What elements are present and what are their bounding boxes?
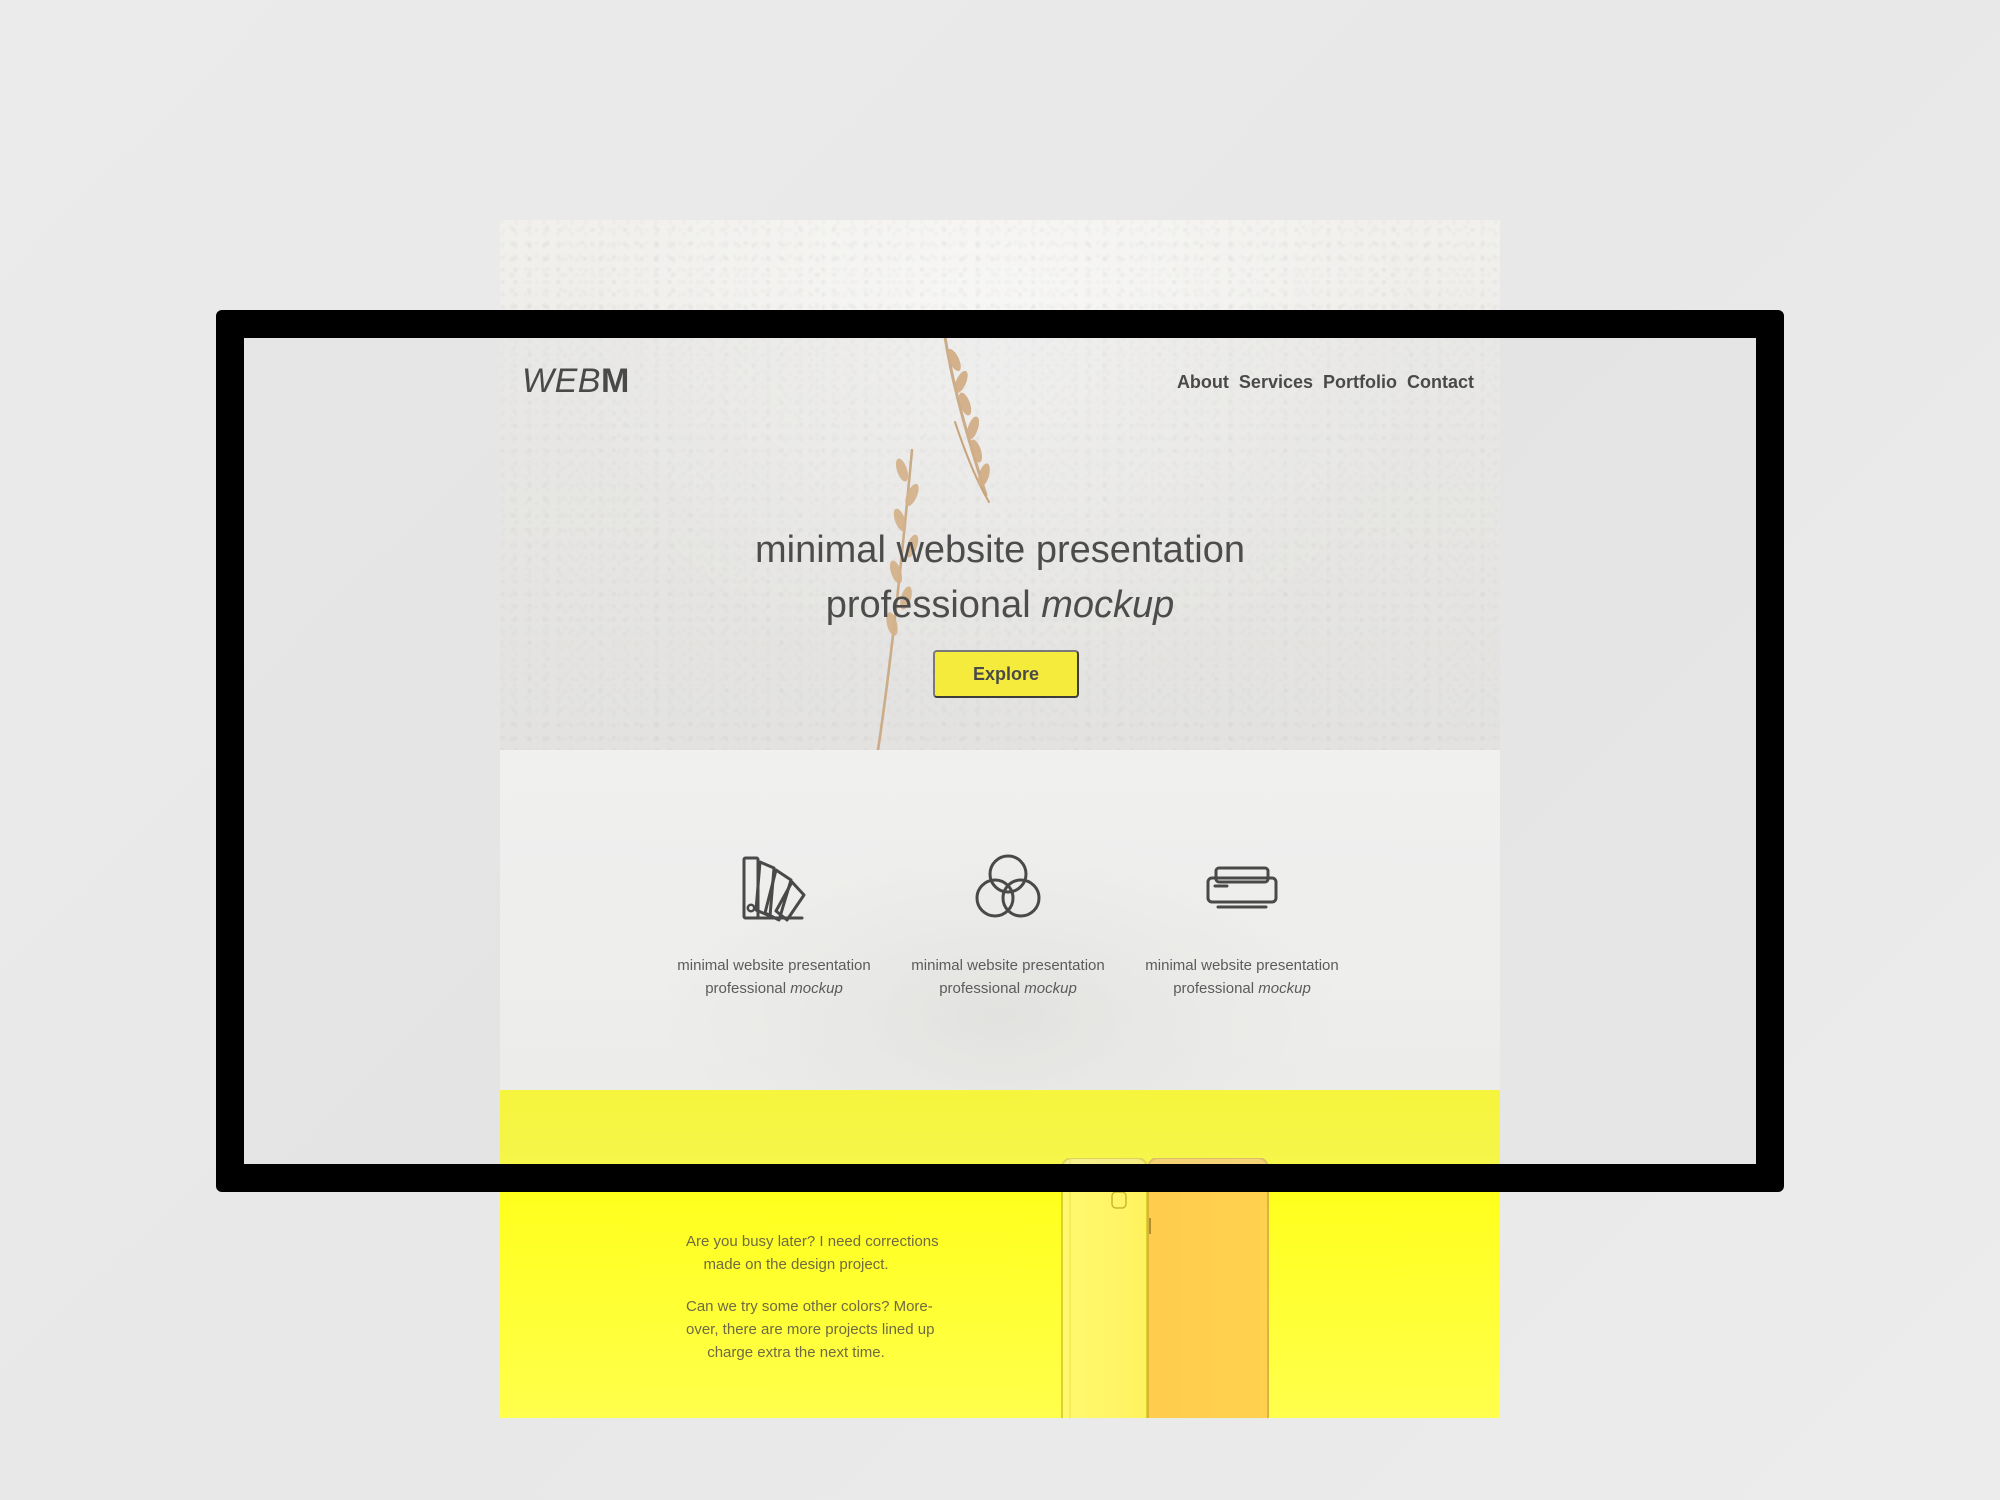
service-2-accent: mockup <box>1024 980 1077 997</box>
explore-button[interactable]: Explore <box>933 650 1079 698</box>
color-swatch-icon <box>742 856 806 922</box>
hero-headline-line-1: minimal website presentation <box>754 529 1245 572</box>
promo-paragraph-2-line-3: charge extra the next time. <box>707 1344 885 1361</box>
promo-paragraph-2-line-1: Can we try some other colors? More- <box>686 1298 933 1315</box>
nav-contact-link[interactable]: Contact <box>1407 372 1474 393</box>
service-1-prefix: professional <box>705 980 791 997</box>
main-navigation: About Services Portfolio Contact <box>1177 372 1474 393</box>
nav-about-link[interactable]: About <box>1177 372 1229 393</box>
service-2-prefix: professional <box>939 980 1025 997</box>
service-card-color-circles: minimal website presentation professiona… <box>898 850 1118 1000</box>
nav-portfolio-link[interactable]: Portfolio <box>1323 372 1397 393</box>
printer-icon <box>1206 866 1278 909</box>
service-3-prefix: professional <box>1173 980 1259 997</box>
service-1-line-2: professional mockup <box>664 977 884 1000</box>
hero-headline-prefix: professional <box>825 584 1042 627</box>
promo-paragraph-1-line-1: Are you busy later? I need corrections <box>686 1233 939 1250</box>
promo-paragraph-1-line-2: made on the design project. <box>703 1256 889 1273</box>
service-3-line-2: professional mockup <box>1132 977 1352 1000</box>
promo-paragraph-2: Can we try some other colors? More- over… <box>686 1295 935 1364</box>
phone-mockup-image <box>1061 1158 1269 1418</box>
promo-paragraph-1: Are you busy later? I need corrections m… <box>686 1230 939 1276</box>
service-3-accent: mockup <box>1258 980 1311 997</box>
service-2-line-2: professional mockup <box>898 977 1118 1000</box>
service-1-accent: mockup <box>790 980 843 997</box>
logo-text-light: WEB <box>522 362 601 400</box>
promo-paragraph-2-line-2: over, there are more projects lined up <box>686 1321 935 1338</box>
service-2-line-1: minimal website presentation <box>911 957 1105 974</box>
hero-headline-line-2: professional mockup <box>500 578 1500 633</box>
promo-section: Are you busy later? I need corrections m… <box>500 1090 1500 1418</box>
service-3-line-1: minimal website presentation <box>1145 957 1339 974</box>
website-page: WEBM About Services Portfolio Contact mi… <box>500 220 1500 1418</box>
service-card-printer: minimal website presentation professiona… <box>1132 850 1352 1000</box>
hero-section: WEBM About Services Portfolio Contact mi… <box>500 220 1500 750</box>
hero-headline: minimal website presentation professiona… <box>500 523 1500 633</box>
site-logo[interactable]: WEBM <box>522 362 630 401</box>
logo-text-bold: M <box>600 362 630 400</box>
service-card-color-swatch: minimal website presentation professiona… <box>664 850 884 1000</box>
service-1-line-1: minimal website presentation <box>677 957 871 974</box>
mockup-stage: WEBM About Services Portfolio Contact mi… <box>0 0 2000 1500</box>
hero-headline-accent: mockup <box>1041 584 1175 627</box>
services-section: minimal website presentation professiona… <box>500 750 1500 1090</box>
color-circles-icon <box>975 854 1041 918</box>
nav-services-link[interactable]: Services <box>1239 372 1313 393</box>
